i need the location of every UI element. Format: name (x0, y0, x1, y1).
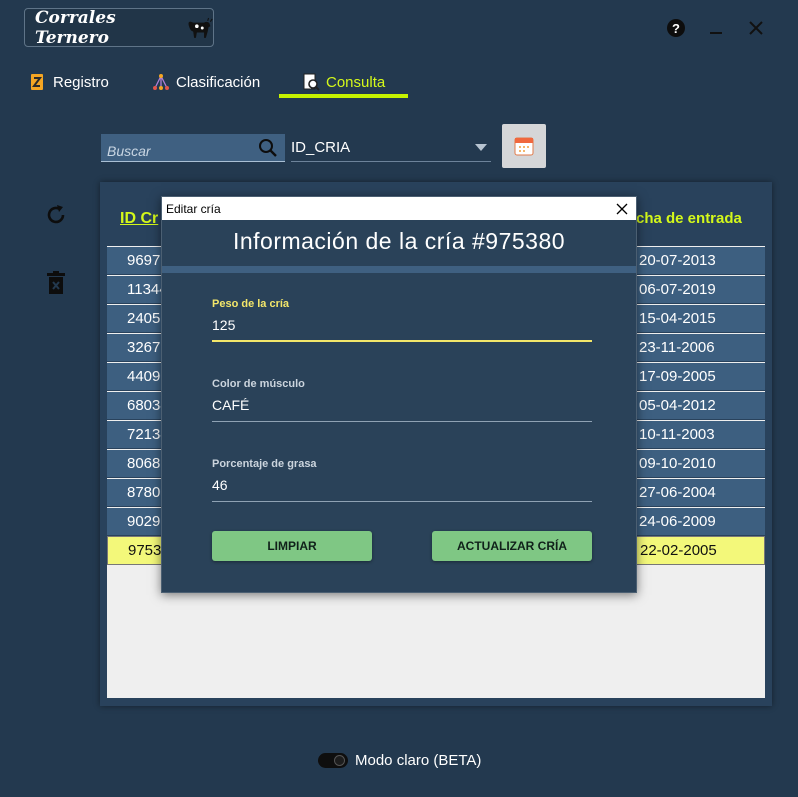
tab-registro-label: Registro (53, 73, 109, 91)
close-window-button[interactable] (742, 14, 770, 42)
close-icon (749, 21, 763, 35)
column-header-id[interactable]: ID Cr (120, 210, 158, 228)
cow-icon (188, 17, 213, 38)
help-button[interactable]: ? (662, 14, 690, 42)
peso-field[interactable]: 125 (212, 317, 235, 333)
light-mode-label: Modo claro (BETA) (355, 752, 482, 769)
column-header-date[interactable]: cha de entrada (636, 210, 742, 227)
app-title: Corrales Ternero (35, 7, 116, 48)
close-icon (616, 203, 628, 214)
grasa-field[interactable]: 46 (212, 477, 228, 493)
peso-underline (212, 340, 592, 342)
dialog-titlebar: Editar cría (162, 197, 636, 220)
color-musculo-underline (212, 421, 592, 422)
grasa-underline (212, 501, 592, 502)
dialog-divider (162, 266, 636, 273)
color-musculo-field[interactable]: CAFÉ (212, 397, 249, 413)
help-icon: ? (667, 19, 685, 37)
minimize-icon (710, 32, 722, 34)
toggle-knob (334, 755, 345, 766)
refresh-icon[interactable] (44, 202, 68, 228)
peso-label: Peso de la cría (212, 298, 290, 310)
dialog-window-title: Editar cría (166, 201, 221, 216)
app-logo: Corrales Ternero (24, 7, 214, 48)
tab-clasificacion[interactable]: Clasificación (150, 66, 262, 98)
register-icon (31, 74, 43, 90)
calendar-icon (514, 137, 534, 156)
update-cria-button[interactable]: ACTUALIZAR CRÍA (432, 531, 592, 561)
clear-button[interactable]: LIMPIAR (212, 531, 372, 561)
tab-registro[interactable]: Registro (27, 66, 111, 98)
svg-text:?: ? (672, 21, 680, 36)
color-musculo-label: Color de músculo (212, 378, 305, 390)
search-placeholder: Buscar (107, 143, 151, 159)
minimize-button[interactable] (702, 14, 730, 42)
active-tab-indicator (279, 94, 408, 98)
calendar-button[interactable] (502, 124, 546, 168)
filter-select-value: ID_CRIA (291, 139, 351, 156)
dialog-close-button[interactable] (610, 197, 634, 220)
tab-consulta-label: Consulta (326, 73, 386, 91)
search-icon[interactable] (258, 138, 278, 158)
consult-icon (303, 73, 320, 91)
chevron-down-icon[interactable] (475, 144, 487, 151)
grasa-label: Porcentaje de grasa (212, 458, 317, 470)
dialog-heading: Información de la cría #975380 (232, 228, 566, 254)
classification-icon (153, 74, 169, 90)
trash-icon[interactable] (44, 270, 68, 296)
tab-clasificacion-label: Clasificación (176, 73, 261, 91)
